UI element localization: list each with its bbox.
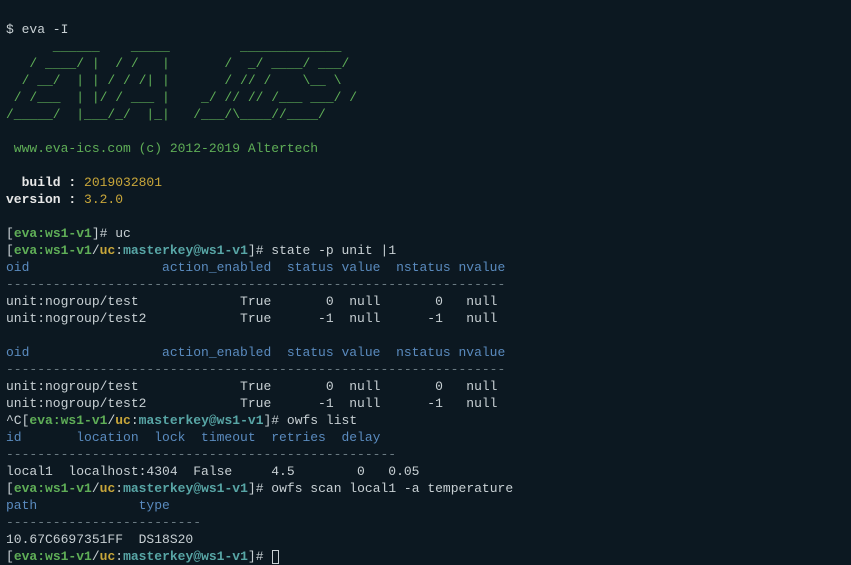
build-label: build : (6, 175, 84, 190)
prompt-colon: : (131, 413, 139, 428)
prompt-slash: / (92, 481, 100, 496)
prompt-host: eva:ws1-v1 (14, 549, 92, 564)
prompt-svc: uc (100, 549, 116, 564)
unit-row: unit:nogroup/test True 0 null 0 null (6, 379, 497, 394)
owfs-list-header: id location lock timeout retries delay (6, 430, 380, 445)
owfs-list-row: local1 localhost:4304 False 4.5 0 0.05 (6, 464, 419, 479)
prompt-colon: : (115, 243, 123, 258)
terminal[interactable]: $ eva -I ______ _____ _____________ / __… (0, 0, 851, 565)
prompt-slash: / (92, 549, 100, 564)
cmd-owfs-list: owfs list (287, 413, 357, 428)
prompt-bracket: ]# (248, 481, 271, 496)
prompt-key: masterkey@ws1-v1 (123, 481, 248, 496)
divider: ------------------------- (6, 515, 201, 530)
ctrl-c: ^C (6, 413, 22, 428)
owfs-scan-header: path type (6, 498, 170, 513)
prompt-host: eva:ws1-v1 (14, 243, 92, 258)
divider: ----------------------------------------… (6, 277, 505, 292)
build-value: 2019032801 (84, 175, 162, 190)
prompt-bracket: ]# (264, 413, 287, 428)
prompt-key: masterkey@ws1-v1 (123, 549, 248, 564)
unit-row: unit:nogroup/test2 True -1 null -1 null (6, 396, 497, 411)
unit-table-header: oid action_enabled status value nstatus … (6, 260, 505, 275)
shell-cmd: $ eva -I (6, 22, 68, 37)
prompt-host: eva:ws1-v1 (14, 226, 92, 241)
owfs-scan-row: 10.67C6697351FF DS18S20 (6, 532, 193, 547)
footer-line: www.eva-ics.com (c) 2012-2019 Altertech (6, 141, 318, 156)
prompt-svc: uc (100, 481, 116, 496)
prompt-bracket: [ (6, 226, 14, 241)
version-label: version : (6, 192, 84, 207)
ascii-line: ______ _____ _____________ (6, 39, 341, 54)
prompt-bracket: ]# (92, 226, 115, 241)
prompt-host: eva:ws1-v1 (29, 413, 107, 428)
prompt-bracket: [ (6, 481, 14, 496)
prompt-bracket: [ (6, 549, 14, 564)
prompt-svc: uc (115, 413, 131, 428)
ascii-line: / /___ | |/ / ___ | _/ // // /___ ___/ / (6, 90, 357, 105)
prompt-slash: / (92, 243, 100, 258)
ascii-line: / __/ | | / / /| | / // / \__ \ (6, 73, 341, 88)
unit-table-header: oid action_enabled status value nstatus … (6, 345, 505, 360)
prompt-key: masterkey@ws1-v1 (139, 413, 264, 428)
prompt-key: masterkey@ws1-v1 (123, 243, 248, 258)
cmd-state: state -p unit |1 (271, 243, 396, 258)
prompt-bracket: ]# (248, 243, 271, 258)
prompt-colon: : (115, 549, 123, 564)
prompt-colon: : (115, 481, 123, 496)
ascii-line: /_____/ |___/_/ |_| /___/\____//____/ (6, 107, 326, 122)
prompt-svc: uc (100, 243, 116, 258)
prompt-host: eva:ws1-v1 (14, 481, 92, 496)
cmd-owfs-scan: owfs scan local1 -a temperature (271, 481, 513, 496)
prompt-bracket: [ (6, 243, 14, 258)
prompt-bracket: ]# (248, 549, 271, 564)
version-value: 3.2.0 (84, 192, 123, 207)
divider: ----------------------------------------… (6, 362, 505, 377)
divider: ----------------------------------------… (6, 447, 396, 462)
cursor[interactable] (272, 550, 279, 564)
unit-row: unit:nogroup/test True 0 null 0 null (6, 294, 497, 309)
cmd-uc: uc (115, 226, 131, 241)
unit-row: unit:nogroup/test2 True -1 null -1 null (6, 311, 497, 326)
ascii-line: / ____/ | / / | / _/ ____/ ___/ (6, 56, 349, 71)
